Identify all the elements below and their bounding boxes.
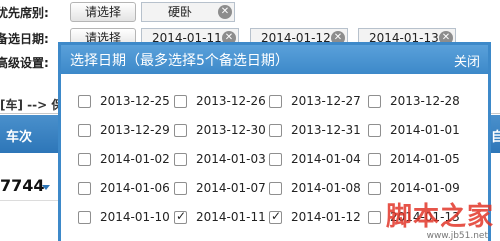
date-checkbox[interactable]: [78, 211, 91, 224]
popup-title: 选择日期（最多选择5个备选日期）: [70, 53, 289, 69]
seat-preference-row: 优先席别: 请选择 硬卧 ✕: [0, 0, 500, 24]
date-option-label: 2014-01-10: [100, 210, 170, 224]
date-checkbox[interactable]: [78, 124, 91, 137]
date-option-label: 2014-01-02: [100, 152, 170, 166]
date-option-label: 2013-12-31: [291, 123, 361, 137]
date-option-label: 2013-12-27: [291, 94, 361, 108]
seat-tag-label: 硬卧: [167, 5, 192, 19]
date-checkbox[interactable]: [269, 95, 282, 108]
date-checkbox-checked[interactable]: [269, 209, 282, 224]
date-option-label: 2013-12-25: [100, 94, 170, 108]
backup-date-label: 备选日期:: [0, 32, 49, 46]
date-option-label: 2014-01-04: [291, 152, 361, 166]
date-option-label: 2013-12-30: [196, 123, 266, 137]
date-option-label: 2014-01-11: [196, 210, 266, 224]
date-checkbox[interactable]: [174, 182, 187, 195]
date-checkbox[interactable]: [174, 95, 187, 108]
watermark-text: 脚本之家: [385, 202, 494, 232]
date-option-label: 2014-01-09: [390, 181, 460, 195]
date-checkbox[interactable]: [368, 153, 381, 166]
popup-close-button[interactable]: 关闭: [454, 51, 480, 70]
date-option-label: 2014-01-05: [390, 152, 460, 166]
seat-preference-label: 优先席别:: [0, 6, 49, 20]
date-option-label: 2014-01-07: [196, 181, 266, 195]
date-checkbox[interactable]: [269, 153, 282, 166]
date-option-label: 2014-01-03: [196, 152, 266, 166]
date-checkbox[interactable]: [174, 153, 187, 166]
caret-down-icon[interactable]: [42, 185, 50, 190]
date-option-label: 2014-01-12: [291, 210, 361, 224]
date-checkbox[interactable]: [269, 182, 282, 195]
date-checkbox-checked[interactable]: [174, 209, 187, 224]
row-divider: [0, 200, 58, 201]
seat-tag: 硬卧 ✕: [141, 2, 235, 22]
date-checkbox[interactable]: [78, 182, 91, 195]
right-column-header: 自: [491, 130, 500, 145]
remove-seat-icon[interactable]: ✕: [218, 5, 232, 19]
train-number[interactable]: 7744: [0, 176, 45, 195]
date-option-label: 2013-12-26: [196, 94, 266, 108]
date-option-label: 2014-01-01: [390, 123, 460, 137]
date-option-label: 2014-01-08: [291, 181, 361, 195]
advanced-settings-label: 高级设置:: [0, 56, 49, 70]
popup-header: 选择日期（最多选择5个备选日期） 关闭: [61, 45, 488, 74]
seat-select-button[interactable]: 请选择: [70, 2, 136, 22]
date-checkbox[interactable]: [78, 153, 91, 166]
date-option-label: 2014-01-06: [100, 181, 170, 195]
date-option-label: 2013-12-29: [100, 123, 170, 137]
watermark: 脚本之家: [386, 196, 494, 233]
watermark-url: www.jb51.net: [426, 231, 488, 241]
date-checkbox[interactable]: [174, 124, 187, 137]
date-checkbox[interactable]: [368, 95, 381, 108]
date-checkbox[interactable]: [368, 211, 381, 224]
date-checkbox[interactable]: [368, 182, 381, 195]
date-checkbox[interactable]: [269, 124, 282, 137]
date-option-label: 2013-12-28: [390, 94, 460, 108]
date-checkbox[interactable]: [368, 124, 381, 137]
train-column-header: 车次: [6, 130, 33, 145]
date-checkbox[interactable]: [78, 95, 91, 108]
